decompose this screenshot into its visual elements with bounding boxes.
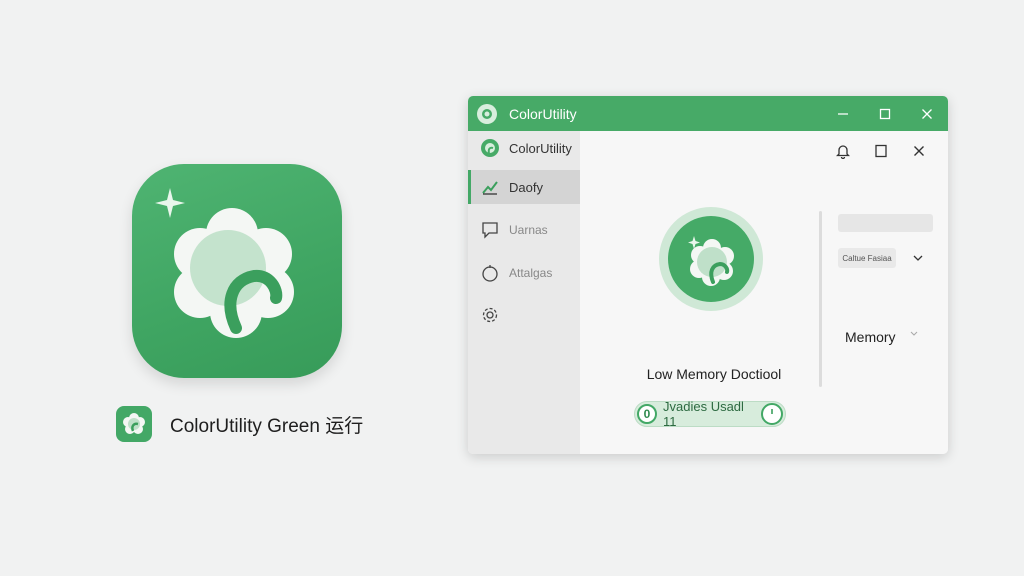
close-button[interactable] (906, 96, 948, 131)
sidebar-item-colorutility[interactable]: ColorUtility (468, 131, 580, 165)
sidebar: ColorUtility Daofy Uarnas Attalgas (468, 131, 580, 454)
sidebar-item-uarnas[interactable]: Uarnas (468, 213, 580, 247)
app-caption: ColorUtility Green 运行 (116, 406, 363, 442)
sidebar-item-label: Daofy (509, 179, 543, 195)
circle-icon (479, 262, 501, 284)
minimize-icon (838, 112, 848, 115)
title-bar[interactable]: ColorUtility (468, 96, 948, 131)
clock-icon (761, 403, 783, 425)
maximize-icon (879, 108, 891, 119)
window-controls (822, 96, 948, 131)
sidebar-item-label: ColorUtility (509, 140, 572, 156)
memory-status-ring (659, 207, 763, 311)
panel-divider (819, 211, 822, 387)
chart-icon (479, 176, 501, 198)
right-panel-bar (838, 214, 933, 232)
usage-count: 0 (637, 404, 657, 424)
app-icon-large (132, 164, 342, 378)
comment-icon (479, 219, 501, 241)
app-window: ColorUtility ColorUtility Daofy Uarnas A… (468, 96, 948, 454)
chevron-down-icon[interactable] (910, 329, 918, 340)
gear-icon (479, 304, 501, 326)
sidebar-item-settings[interactable] (468, 298, 580, 332)
square-icon (875, 144, 887, 158)
app-logo-icon (668, 216, 754, 302)
chevron-down-icon[interactable] (910, 248, 926, 268)
sidebar-item-label: Uarnas (509, 223, 548, 237)
sidebar-item-daofy[interactable]: Daofy (468, 170, 580, 204)
close-icon (914, 146, 924, 156)
desktop: ColorUtility Green 运行 ColorUtility Color… (0, 0, 1024, 576)
close-icon (922, 108, 932, 119)
status-heading: Low Memory Doctiool (646, 366, 782, 382)
usage-text: Jvadies Usadl 11 (663, 399, 744, 429)
window-title: ColorUtility (509, 105, 577, 122)
bell-button[interactable] (824, 139, 862, 163)
content-close-button[interactable] (900, 139, 938, 163)
sidebar-item-label: Attalgas (509, 266, 553, 280)
main-content: Low Memory Doctiool 0 Jvadies Usadl 11 C… (580, 131, 948, 454)
memory-label: Memory (845, 329, 896, 345)
right-panel-button[interactable]: Caltue Fasiaa (838, 248, 896, 268)
maximize-button[interactable] (864, 96, 906, 131)
app-caption-text: ColorUtility Green 运行 (170, 415, 364, 437)
square-button[interactable] (862, 139, 900, 163)
minimize-button[interactable] (822, 96, 864, 131)
app-icon-small (116, 406, 152, 442)
sidebar-item-attalgas[interactable]: Attalgas (468, 256, 580, 290)
bell-icon (836, 145, 850, 159)
usage-pill[interactable]: 0 Jvadies Usadl 11 (634, 399, 786, 429)
app-logo-icon (479, 137, 501, 159)
toolbar-icons (824, 139, 938, 163)
app-logo-icon (477, 103, 497, 124)
